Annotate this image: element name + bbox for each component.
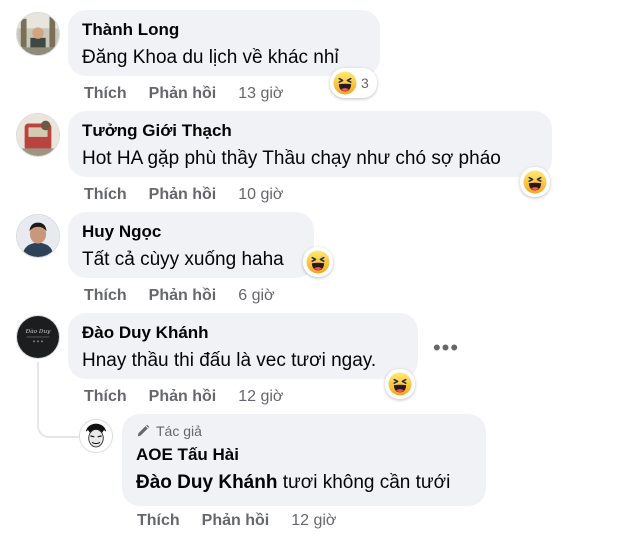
reaction-count: 3	[361, 75, 369, 91]
reply-button[interactable]: Phản hồi	[149, 84, 217, 104]
reply-bubble: Tác giả AOE Tấu Hài Đào Duy Khánh tươi k…	[122, 414, 486, 506]
comment-actions: Thích Phản hồi 13 giờ	[84, 84, 283, 104]
mention-link[interactable]: Đào Duy Khánh	[136, 472, 277, 493]
reaction-badge[interactable]	[520, 167, 550, 197]
comment-text: Hnay thầu thi đấu là vec tươi ngay.	[82, 350, 377, 371]
like-button[interactable]: Thích	[84, 84, 127, 104]
like-button[interactable]: Thích	[84, 286, 127, 306]
reply-button[interactable]: Phản hồi	[149, 286, 217, 306]
thread-connector	[37, 362, 79, 438]
author-badge-label: Tác giả	[156, 423, 202, 439]
comment-timestamp[interactable]: 6 giờ	[238, 286, 274, 306]
comment-author[interactable]: Tưởng Giới Thạch	[82, 121, 538, 141]
svg-text:♦ ♦ ♦: ♦ ♦ ♦	[32, 340, 43, 344]
reply-text: Đào Duy Khánh tươi không cần tưới	[136, 471, 472, 495]
comment-bubble: Đào Duy Khánh Hnay thầu thi đấu là vec t…	[68, 313, 418, 379]
avatar[interactable]	[16, 12, 60, 56]
comment-timestamp[interactable]: 12 giờ	[291, 511, 336, 531]
comment-author[interactable]: Thành Long	[82, 20, 366, 40]
avatar[interactable]: Đào Duy ♦ ♦ ♦	[16, 315, 60, 359]
reply-actions: Thích Phản hồi 12 giờ	[137, 511, 336, 531]
avatar[interactable]	[16, 113, 60, 157]
comment-timestamp[interactable]: 12 giờ	[238, 387, 283, 407]
reply-button[interactable]: Phản hồi	[149, 387, 217, 407]
comment-actions: Thích Phản hồi 12 giờ	[84, 387, 283, 407]
comment-text: Hot HA gặp phù thầy Thầu chạy như chó sợ…	[82, 148, 501, 169]
pencil-icon	[137, 424, 150, 437]
reply-text-body: tươi không cần tưới	[277, 472, 451, 493]
haha-emoji-icon	[523, 170, 547, 194]
reaction-badge[interactable]	[303, 247, 333, 277]
comment-author[interactable]: Đào Duy Khánh	[82, 323, 404, 343]
comment-text: Đăng Khoa du lịch về khác nhỉ	[82, 47, 339, 68]
haha-emoji-icon	[333, 71, 357, 95]
like-button[interactable]: Thích	[84, 387, 127, 407]
comment-bubble: Thành Long Đăng Khoa du lịch về khác nhỉ	[68, 10, 380, 76]
more-options-icon[interactable]: •••	[430, 335, 462, 360]
haha-emoji-icon	[388, 372, 412, 396]
comment-author[interactable]: Huy Ngọc	[82, 222, 300, 242]
avatar[interactable]	[16, 214, 60, 258]
author-badge: Tác giả	[136, 423, 472, 439]
comment-actions: Thích Phản hồi 6 giờ	[84, 286, 275, 306]
comment-actions: Thích Phản hồi 10 giờ	[84, 185, 283, 205]
svg-text:Đào Duy: Đào Duy	[25, 328, 52, 335]
comment-timestamp[interactable]: 13 giờ	[238, 84, 283, 104]
reply-author[interactable]: AOE Tấu Hài	[136, 445, 472, 465]
avatar[interactable]	[79, 419, 113, 453]
comment-bubble: Huy Ngọc Tất cả cùyy xuống haha	[68, 212, 314, 278]
haha-emoji-icon	[306, 250, 330, 274]
reply-button[interactable]: Phản hồi	[202, 511, 270, 531]
reply-button[interactable]: Phản hồi	[149, 185, 217, 205]
reaction-badge[interactable]	[385, 369, 415, 399]
like-button[interactable]: Thích	[84, 185, 127, 205]
comment-bubble: Tưởng Giới Thạch Hot HA gặp phù thầy Thầ…	[68, 111, 552, 177]
reaction-badge[interactable]: 3	[330, 68, 377, 98]
comment-timestamp[interactable]: 10 giờ	[238, 185, 283, 205]
like-button[interactable]: Thích	[137, 511, 180, 531]
comment-text: Tất cả cùyy xuống haha	[82, 249, 284, 270]
